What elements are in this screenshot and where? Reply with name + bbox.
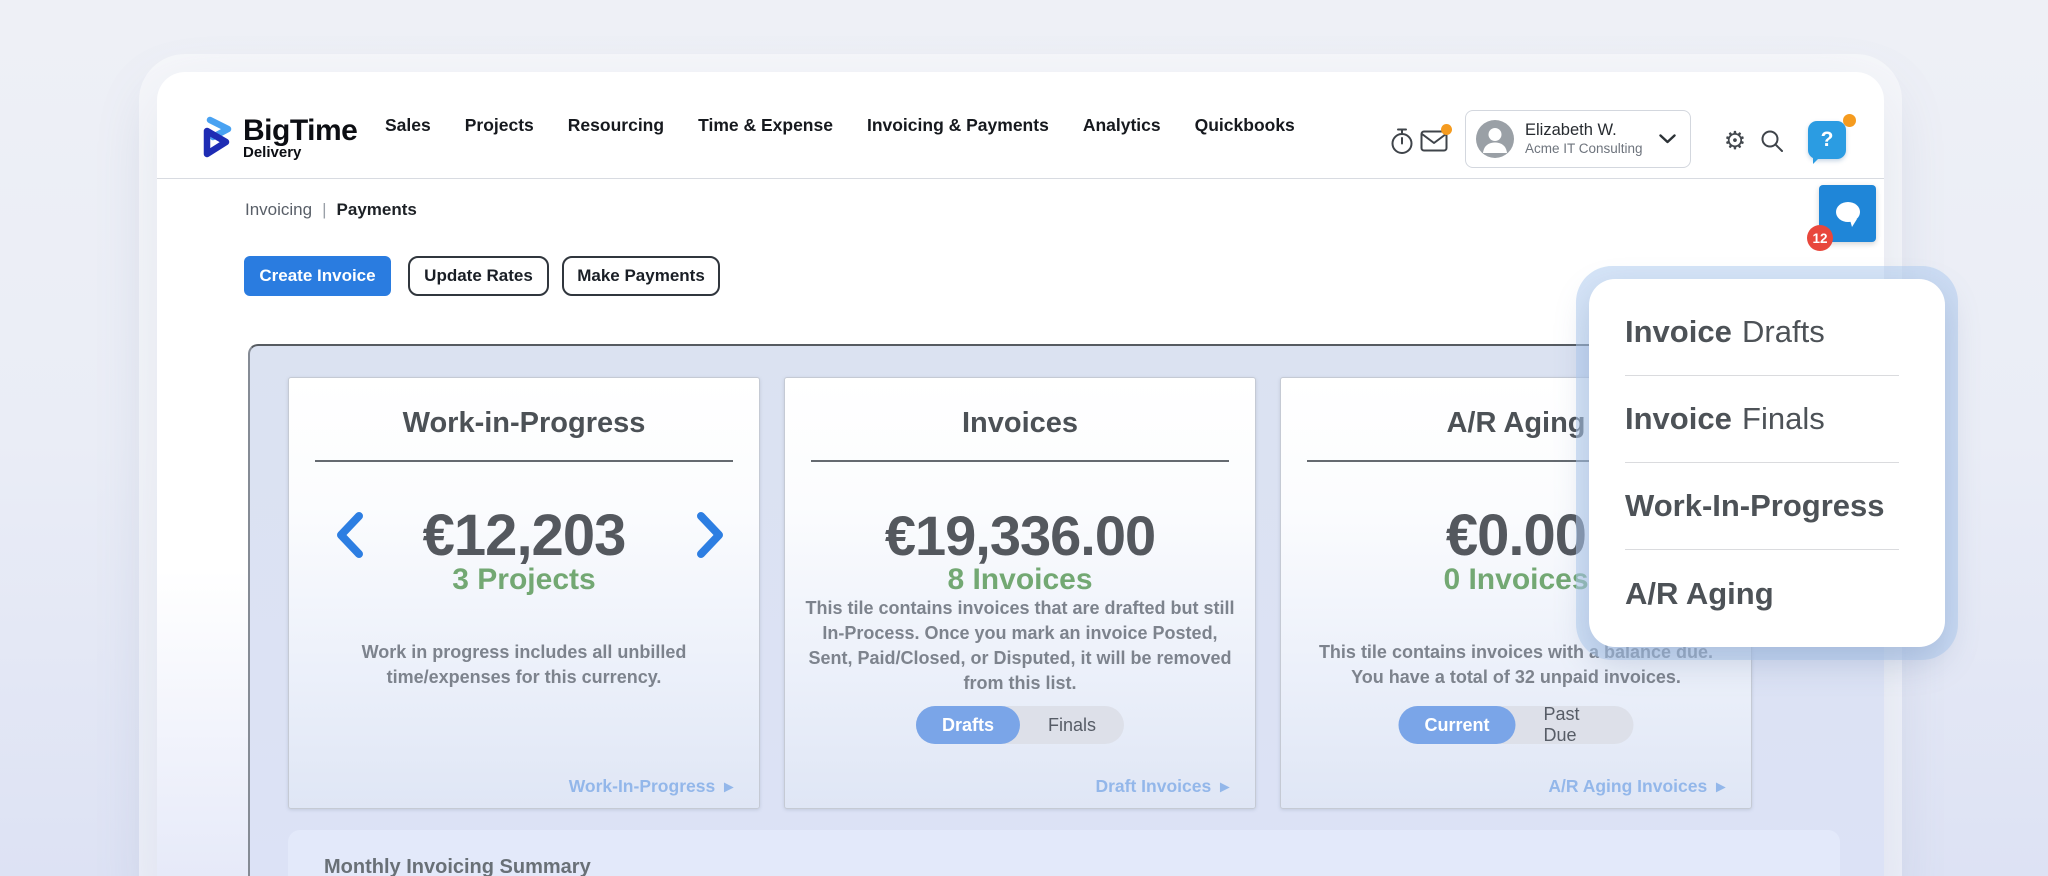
- nav-analytics[interactable]: Analytics: [1083, 115, 1161, 136]
- nav-sales[interactable]: Sales: [385, 115, 431, 136]
- user-name: Elizabeth W.: [1525, 121, 1617, 139]
- invoices-toggle-drafts[interactable]: Drafts: [915, 706, 1020, 744]
- wip-amount: €12,203: [422, 503, 627, 568]
- menu-item-ar-aging[interactable]: A/R Aging: [1625, 550, 1899, 637]
- wip-card: Work-in-Progress €12,203 3 Projects Work…: [288, 377, 760, 809]
- update-rates-button[interactable]: Update Rates: [408, 256, 549, 296]
- menu-item-invoice-drafts[interactable]: Invoice Drafts: [1625, 289, 1899, 376]
- menu-item-invoice-finals[interactable]: Invoice Finals: [1625, 376, 1899, 463]
- nav-invoicing-payments[interactable]: Invoicing & Payments: [867, 115, 1049, 136]
- breadcrumb: Invoicing | Payments: [245, 200, 417, 220]
- chat-bubble-icon: [1835, 201, 1860, 227]
- header-divider: [157, 178, 1884, 179]
- nav-quickbooks[interactable]: Quickbooks: [1195, 115, 1295, 136]
- mail-icon[interactable]: [1419, 124, 1452, 153]
- draft-invoices-link[interactable]: Draft Invoices ▸: [1095, 776, 1229, 797]
- chat-widget-button[interactable]: 12: [1807, 185, 1876, 251]
- main-nav: Sales Projects Resourcing Time & Expense…: [385, 72, 1295, 178]
- timer-icon[interactable]: [1388, 126, 1416, 156]
- wip-description: Work in progress includes all unbilled t…: [361, 642, 687, 687]
- invoices-card-title: Invoices: [961, 407, 1079, 439]
- nav-projects[interactable]: Projects: [465, 115, 534, 136]
- user-company: Acme IT Consulting: [1525, 141, 1643, 156]
- menu-item-work-in-progress[interactable]: Work-In-Progress: [1625, 463, 1899, 550]
- help-menu: Invoice Drafts Invoice Finals Work-In-Pr…: [1589, 279, 1945, 647]
- create-invoice-button[interactable]: Create Invoice: [244, 256, 391, 296]
- ar-toggle-past-due[interactable]: Past Due: [1516, 704, 1634, 746]
- wip-project-count: 3 Projects: [452, 563, 596, 596]
- invoices-count: 8 Invoices: [947, 563, 1093, 596]
- wip-link[interactable]: Work-In-Progress ▸: [569, 776, 733, 797]
- breadcrumb-payments: Payments: [336, 200, 417, 219]
- help-icon[interactable]: ?: [1808, 121, 1846, 164]
- brand-sub: Delivery: [243, 144, 302, 161]
- wip-card-title: Work-in-Progress: [402, 407, 646, 439]
- nav-resourcing[interactable]: Resourcing: [568, 115, 664, 136]
- help-notification-dot: [1843, 114, 1856, 127]
- screen: BigTime Delivery Sales Projects Resourci…: [0, 0, 2048, 876]
- invoices-amount: €19,336.00: [884, 504, 1156, 567]
- chat-unread-badge: 12: [1807, 225, 1833, 251]
- monthly-summary-title: Monthly Invoicing Summary: [324, 856, 591, 876]
- ar-toggle-current[interactable]: Current: [1398, 706, 1516, 744]
- breadcrumb-invoicing[interactable]: Invoicing: [245, 200, 312, 220]
- make-payments-button[interactable]: Make Payments: [562, 256, 720, 296]
- invoices-description: This tile contains invoices that are dra…: [805, 598, 1235, 693]
- link-arrow-icon: ▸: [1716, 776, 1725, 796]
- gear-icon[interactable]: ⚙: [1720, 126, 1750, 156]
- invoices-toggle: Drafts Finals: [915, 706, 1125, 744]
- breadcrumb-separator: |: [322, 200, 327, 219]
- search-icon[interactable]: [1759, 128, 1785, 154]
- brand-name: BigTime: [243, 114, 358, 147]
- invoices-toggle-finals[interactable]: Finals: [1020, 715, 1124, 736]
- link-arrow-icon: ▸: [1220, 776, 1229, 796]
- chevron-down-icon: [1659, 134, 1676, 144]
- ar-aging-invoices-link[interactable]: A/R Aging Invoices ▸: [1548, 776, 1725, 797]
- mail-notification-dot: [1441, 124, 1452, 135]
- brand-logo[interactable]: BigTime Delivery: [199, 114, 358, 162]
- nav-time-expense[interactable]: Time & Expense: [698, 115, 833, 136]
- avatar: [1476, 120, 1514, 158]
- ar-aging-toggle: Current Past Due: [1398, 704, 1634, 746]
- user-menu[interactable]: Elizabeth W. Acme IT Consulting: [1465, 110, 1691, 168]
- bigtime-logo-icon: [203, 116, 232, 158]
- link-arrow-icon: ▸: [724, 776, 733, 796]
- invoices-card: Invoices €19,336.00 8 Invoices This tile…: [784, 377, 1256, 809]
- monthly-summary-panel: Monthly Invoicing Summary: [288, 830, 1840, 876]
